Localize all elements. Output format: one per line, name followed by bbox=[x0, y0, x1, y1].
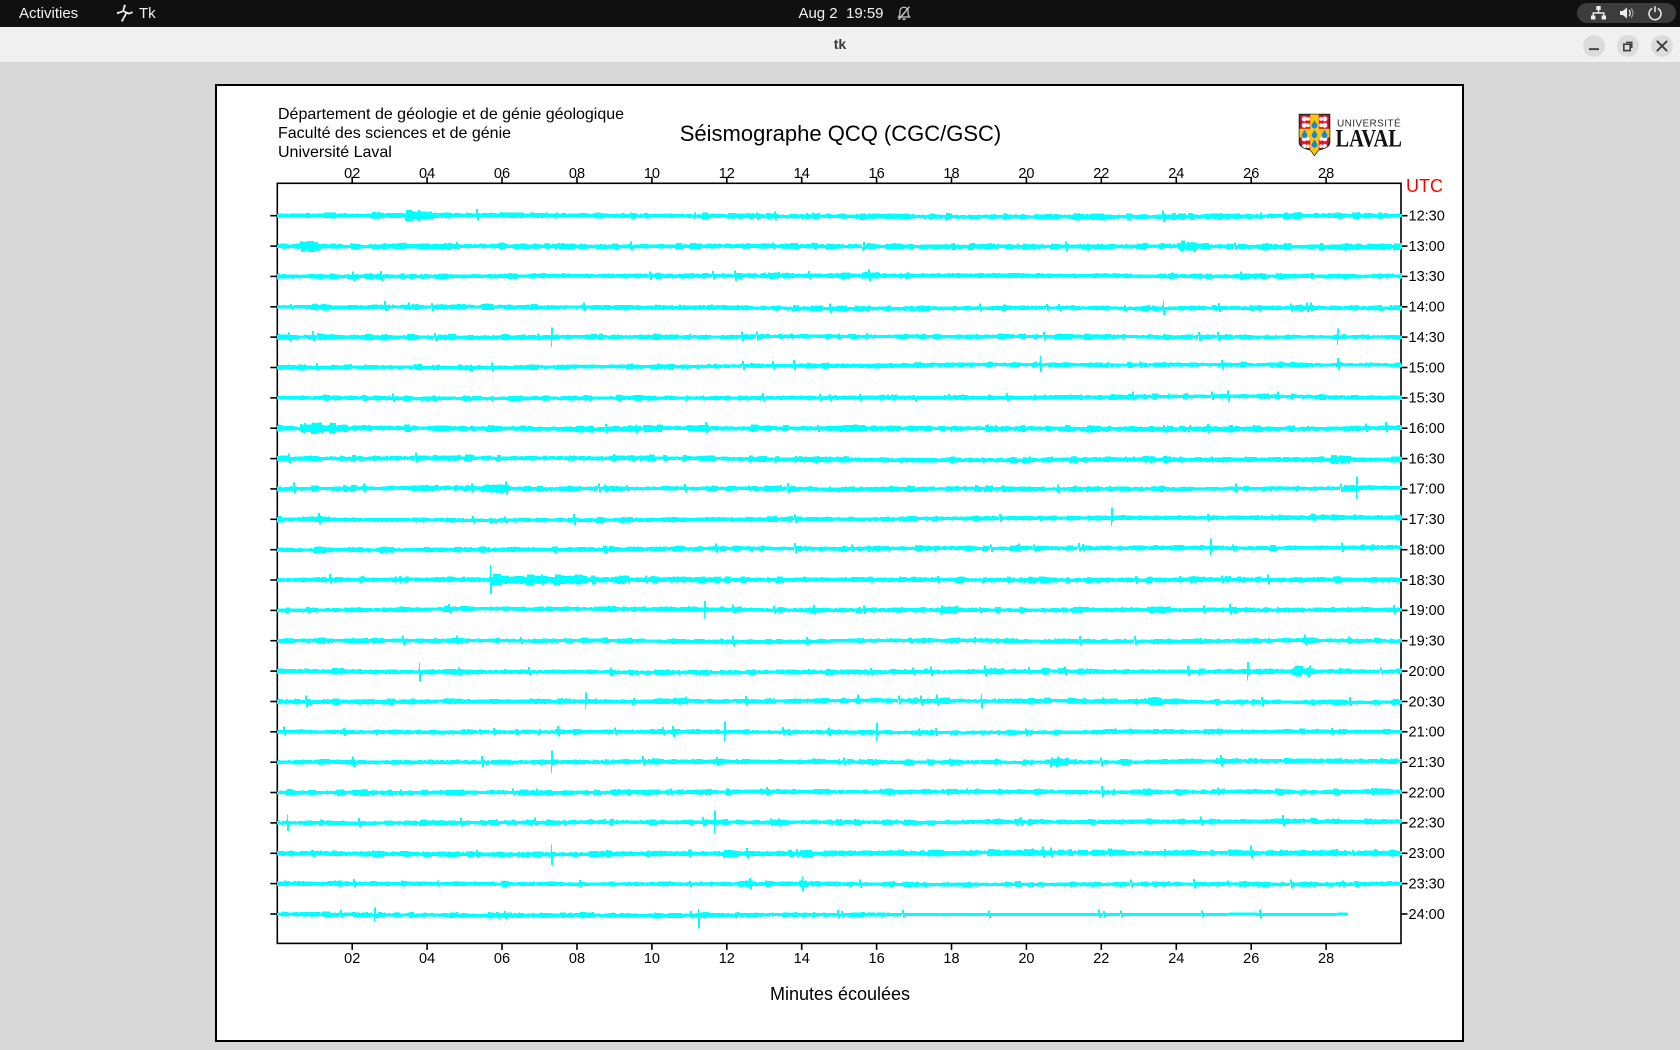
svg-text:LAVAL: LAVAL bbox=[1336, 125, 1402, 152]
svg-text:12:30: 12:30 bbox=[1409, 209, 1445, 225]
svg-text:02: 02 bbox=[344, 166, 360, 182]
svg-text:02: 02 bbox=[344, 951, 360, 967]
svg-text:19:00: 19:00 bbox=[1409, 603, 1445, 619]
svg-text:20: 20 bbox=[1018, 166, 1034, 182]
svg-text:24: 24 bbox=[1168, 951, 1184, 967]
svg-text:21:30: 21:30 bbox=[1409, 755, 1445, 771]
svg-text:26: 26 bbox=[1243, 951, 1259, 967]
svg-text:28: 28 bbox=[1318, 166, 1334, 182]
svg-text:22:00: 22:00 bbox=[1409, 785, 1445, 801]
svg-text:06: 06 bbox=[494, 166, 510, 182]
svg-text:20: 20 bbox=[1018, 951, 1034, 967]
svg-text:16: 16 bbox=[869, 951, 885, 967]
svg-text:17:00: 17:00 bbox=[1409, 482, 1445, 498]
svg-text:16:00: 16:00 bbox=[1409, 421, 1445, 437]
svg-text:13:30: 13:30 bbox=[1409, 269, 1445, 285]
svg-text:24: 24 bbox=[1168, 166, 1184, 182]
svg-text:18: 18 bbox=[943, 166, 959, 182]
svg-text:19:30: 19:30 bbox=[1409, 634, 1445, 650]
svg-text:18:00: 18:00 bbox=[1409, 543, 1445, 559]
svg-text:22: 22 bbox=[1093, 166, 1109, 182]
svg-text:10: 10 bbox=[644, 951, 660, 967]
svg-text:14:00: 14:00 bbox=[1409, 300, 1445, 316]
svg-text:04: 04 bbox=[419, 951, 435, 967]
svg-text:08: 08 bbox=[569, 166, 585, 182]
svg-text:14: 14 bbox=[794, 951, 810, 967]
svg-text:Minutes écoulées: Minutes écoulées bbox=[770, 984, 910, 1004]
svg-text:20:00: 20:00 bbox=[1409, 664, 1445, 680]
svg-text:23:30: 23:30 bbox=[1409, 876, 1445, 892]
svg-text:08: 08 bbox=[569, 951, 585, 967]
svg-text:14: 14 bbox=[794, 166, 810, 182]
svg-text:12: 12 bbox=[719, 951, 735, 967]
svg-text:20:30: 20:30 bbox=[1409, 694, 1445, 710]
svg-text:17:30: 17:30 bbox=[1409, 512, 1445, 528]
svg-text:18: 18 bbox=[943, 951, 959, 967]
svg-text:13:00: 13:00 bbox=[1409, 239, 1445, 255]
svg-text:12: 12 bbox=[719, 166, 735, 182]
svg-text:22: 22 bbox=[1093, 951, 1109, 967]
svg-text:15:00: 15:00 bbox=[1409, 360, 1445, 376]
svg-text:10: 10 bbox=[644, 166, 660, 182]
svg-text:04: 04 bbox=[419, 166, 435, 182]
svg-text:28: 28 bbox=[1318, 951, 1334, 967]
svg-text:16: 16 bbox=[869, 166, 885, 182]
svg-text:22:30: 22:30 bbox=[1409, 816, 1445, 832]
svg-text:24:00: 24:00 bbox=[1409, 907, 1445, 923]
svg-text:26: 26 bbox=[1243, 166, 1259, 182]
svg-text:06: 06 bbox=[494, 951, 510, 967]
svg-text:21:00: 21:00 bbox=[1409, 725, 1445, 741]
svg-text:23:00: 23:00 bbox=[1409, 846, 1445, 862]
svg-text:18:30: 18:30 bbox=[1409, 573, 1445, 589]
svg-text:14:30: 14:30 bbox=[1409, 330, 1445, 346]
svg-text:UTC: UTC bbox=[1406, 176, 1443, 196]
svg-text:15:30: 15:30 bbox=[1409, 391, 1445, 407]
svg-text:16:30: 16:30 bbox=[1409, 451, 1445, 467]
